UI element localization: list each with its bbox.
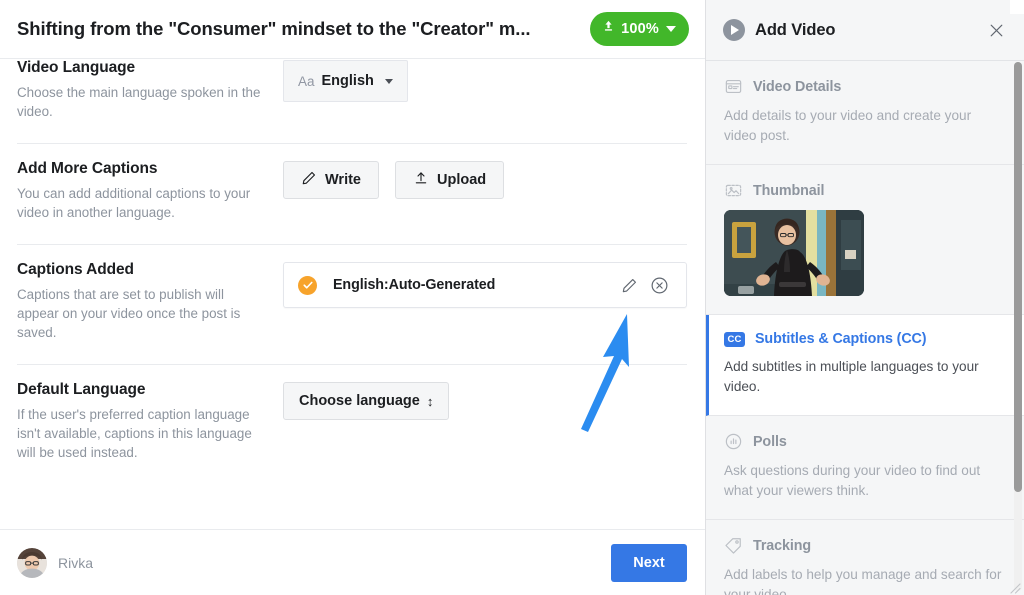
form-row-default-language: Default Language If the user's preferred…	[17, 365, 687, 484]
row-title: Add More Captions	[17, 160, 265, 178]
resize-grip-icon[interactable]	[1010, 581, 1021, 592]
row-title: Default Language	[17, 381, 265, 399]
sidebar-item-label: Video Details	[753, 79, 841, 95]
window-corner-notch	[1010, 0, 1024, 14]
form-row-add-more-captions: Add More Captions You can add additional…	[17, 144, 687, 245]
caption-remove-button[interactable]	[644, 270, 674, 300]
tag-icon	[724, 536, 743, 555]
row-label: Add More Captions You can add additional…	[17, 160, 283, 222]
dialog-header: Shifting from the "Consumer" mindset to …	[0, 0, 705, 58]
sidebar-item-description: Add labels to help you manage and search…	[724, 565, 1002, 595]
sidebar-item-description: Ask questions during your video to find …	[724, 461, 1002, 501]
row-label: Video Language Choose the main language …	[17, 59, 283, 121]
form-row-captions-added: Captions Added Captions that are set to …	[17, 245, 687, 365]
caption-edit-pencil[interactable]	[614, 270, 644, 300]
upload-arrow-icon	[601, 19, 616, 39]
row-label: Captions Added Captions that are set to …	[17, 261, 283, 342]
upload-progress-button[interactable]: 100%	[590, 12, 689, 46]
write-captions-button[interactable]: Write	[283, 161, 379, 199]
video-details-card-icon	[724, 77, 743, 96]
upload-percent: 100%	[621, 21, 659, 37]
poll-circle-icon	[724, 432, 743, 451]
row-title: Video Language	[17, 59, 265, 77]
sidebar-item-polls[interactable]: Polls Ask questions during your video to…	[706, 416, 1024, 520]
sidebar-item-video-details[interactable]: Video Details Add details to your video …	[706, 61, 1024, 165]
aa-text-icon: Aa	[298, 74, 315, 89]
choose-language-label: Choose language	[299, 393, 420, 409]
upload-arrow-icon	[413, 170, 429, 190]
row-control: English:Auto-Generated	[283, 261, 687, 308]
stepper-updown-icon: ↕	[427, 395, 434, 408]
sidebar-panel: Add Video	[705, 0, 1024, 595]
sidebar-item-subtitles-captions[interactable]: CC Subtitles & Captions (CC) Add subtitl…	[706, 315, 1024, 416]
footer-user-name: Rivka	[58, 555, 611, 571]
sidebar-item-head: CC Subtitles & Captions (CC)	[724, 331, 1002, 347]
row-description: If the user's preferred caption language…	[17, 405, 265, 462]
sidebar-item-head: Video Details	[724, 77, 1002, 96]
chevron-down-icon[interactable]	[666, 26, 676, 32]
sidebar-header: Add Video	[706, 0, 1024, 61]
form-panel: Shifting from the "Consumer" mindset to …	[0, 0, 705, 595]
sidebar-section-list[interactable]: Video Details Add details to your video …	[706, 61, 1024, 595]
check-circle-icon	[298, 276, 317, 295]
upload-captions-button[interactable]: Upload	[395, 161, 504, 199]
pencil-icon	[301, 170, 317, 190]
sidebar-item-description: Add subtitles in multiple languages to y…	[724, 357, 1002, 397]
form-scroll-area[interactable]: Video Language Choose the main language …	[0, 58, 705, 529]
chevron-down-icon	[385, 79, 393, 84]
sidebar-item-label: Thumbnail	[753, 183, 824, 199]
sidebar-item-description: Add details to your video and create you…	[724, 106, 1002, 146]
row-title: Captions Added	[17, 261, 265, 279]
caption-action-buttons: Write Upload	[283, 161, 687, 199]
sidebar-title: Add Video	[755, 21, 982, 40]
row-label: Default Language If the user's preferred…	[17, 381, 283, 462]
play-circle-icon	[723, 19, 745, 41]
default-language-select[interactable]: Choose language ↕	[283, 382, 449, 420]
row-description: Captions that are set to publish will ap…	[17, 285, 265, 342]
next-button[interactable]: Next	[611, 544, 687, 582]
row-control: Choose language ↕	[283, 381, 687, 420]
image-placeholder-icon	[724, 181, 743, 200]
write-label: Write	[325, 172, 361, 188]
row-control: Write Upload	[283, 160, 687, 199]
sidebar-item-label: Tracking	[753, 538, 811, 554]
avatar	[17, 548, 47, 578]
sidebar-scrollbar[interactable]	[1014, 62, 1022, 591]
page-title: Shifting from the "Consumer" mindset to …	[17, 18, 582, 40]
video-thumbnail-preview[interactable]	[724, 210, 864, 296]
sidebar-item-tracking[interactable]: Tracking Add labels to help you manage a…	[706, 520, 1024, 595]
caption-name: English:Auto-Generated	[333, 277, 614, 293]
cc-badge-icon: CC	[724, 332, 745, 347]
row-description: You can add additional captions to your …	[17, 184, 265, 222]
add-video-dialog: Shifting from the "Consumer" mindset to …	[0, 0, 1024, 595]
row-description: Choose the main language spoken in the v…	[17, 83, 265, 121]
video-language-select[interactable]: Aa English	[283, 60, 408, 102]
close-icon[interactable]	[982, 16, 1010, 44]
sidebar-item-label: Polls	[753, 434, 787, 450]
form-rows: Video Language Choose the main language …	[0, 58, 705, 484]
sidebar-item-label: Subtitles & Captions (CC)	[755, 331, 926, 347]
sidebar-item-head: Tracking	[724, 536, 1002, 555]
sidebar-item-head: Thumbnail	[724, 181, 1002, 200]
form-row-video-language: Video Language Choose the main language …	[17, 58, 687, 144]
caption-item-row: English:Auto-Generated	[283, 262, 687, 308]
sidebar-item-thumbnail[interactable]: Thumbnail	[706, 165, 1024, 315]
row-control: Aa English	[283, 59, 687, 102]
sidebar-item-head: Polls	[724, 432, 1002, 451]
dialog-footer: Rivka Next	[0, 529, 705, 595]
video-language-value: English	[322, 73, 374, 89]
scrollbar-thumb[interactable]	[1014, 62, 1022, 492]
upload-label: Upload	[437, 172, 486, 188]
